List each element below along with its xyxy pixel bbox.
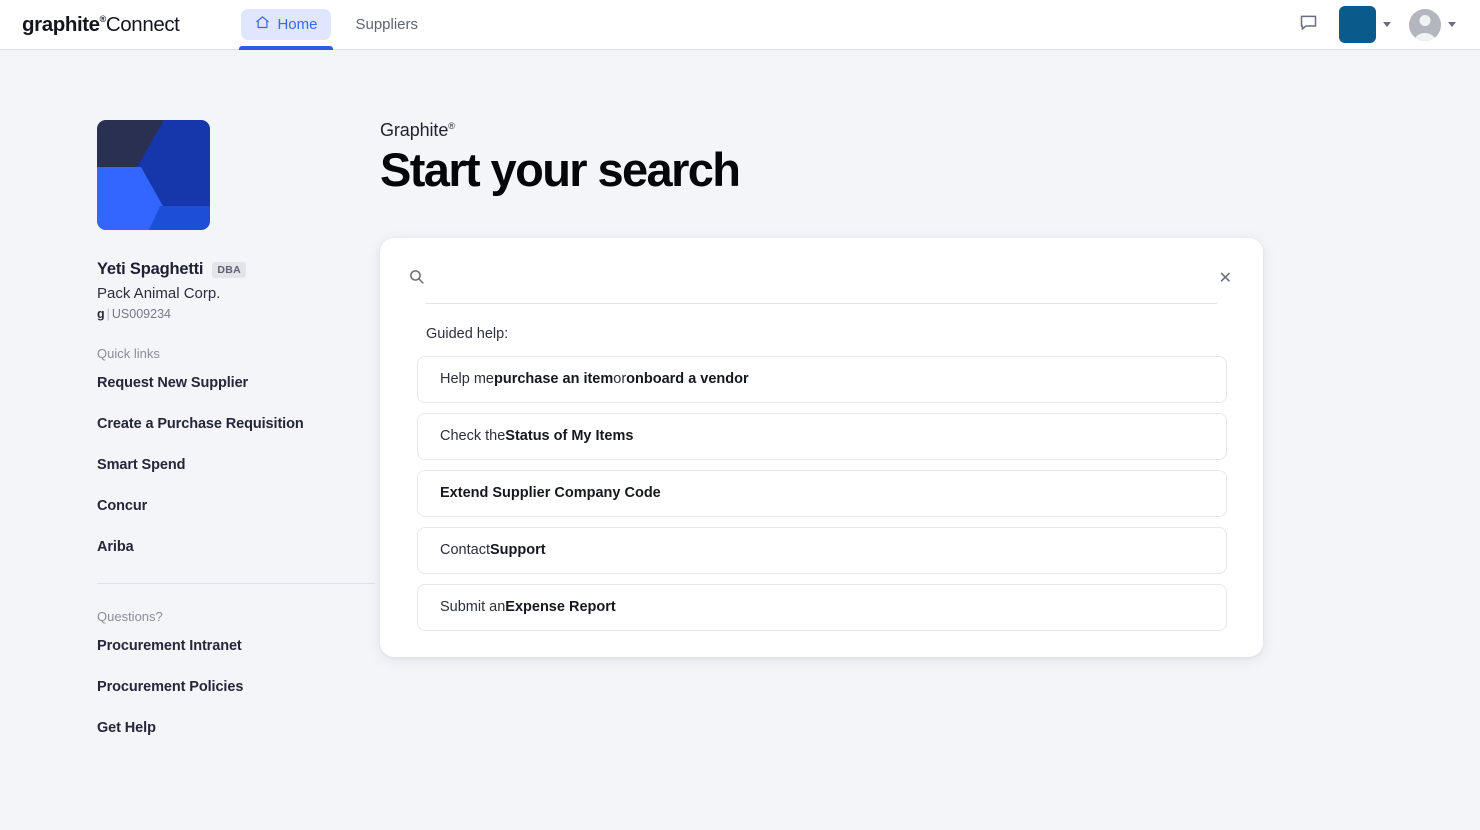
company-name: Yeti Spaghetti bbox=[97, 260, 203, 279]
sidebar-divider bbox=[97, 583, 375, 584]
brand-registered-mark: ® bbox=[100, 14, 106, 24]
quick-links-list: Request New Supplier Create a Purchase R… bbox=[97, 375, 380, 555]
brand-logo[interactable]: graphite®Connect bbox=[22, 13, 179, 37]
avatar bbox=[1409, 9, 1441, 41]
guided-help-options: Help me purchase an item or onboard a ve… bbox=[380, 342, 1263, 631]
nav-tab-home-label: Home bbox=[277, 16, 317, 33]
dba-badge: DBA bbox=[212, 262, 246, 278]
company-identifier: g|US009234 bbox=[97, 307, 380, 321]
guided-help-option-submit-expense-report[interactable]: Submit an Expense Report bbox=[417, 584, 1227, 631]
company-header: Yeti Spaghetti DBA bbox=[97, 260, 380, 279]
question-link-procurement-intranet[interactable]: Procurement Intranet bbox=[97, 638, 380, 654]
registered-mark: ® bbox=[448, 121, 455, 131]
guided-help-option-purchase-or-onboard[interactable]: Help me purchase an item or onboard a ve… bbox=[417, 356, 1227, 403]
nav-tab-suppliers-label: Suppliers bbox=[355, 16, 418, 33]
quick-link-create-purchase-requisition[interactable]: Create a Purchase Requisition bbox=[97, 416, 380, 432]
page-eyebrow: Graphite® bbox=[380, 120, 1420, 141]
search-row: ✕ bbox=[380, 260, 1263, 298]
brand-name-regular: Connect bbox=[106, 13, 180, 36]
main-content: Graphite® Start your search ✕ Guided hel… bbox=[380, 120, 1480, 736]
quick-links-label: Quick links bbox=[97, 346, 380, 361]
chevron-down-icon bbox=[1448, 22, 1456, 27]
clear-search-button[interactable]: ✕ bbox=[1215, 268, 1236, 290]
questions-links-list: Procurement Intranet Procurement Policie… bbox=[97, 638, 380, 736]
quick-link-request-new-supplier[interactable]: Request New Supplier bbox=[97, 375, 380, 391]
sidebar: Yeti Spaghetti DBA Pack Animal Corp. g|U… bbox=[0, 120, 380, 736]
brand-name-bold: graphite bbox=[22, 13, 100, 36]
company-id-separator: | bbox=[107, 307, 110, 321]
questions-label: Questions? bbox=[97, 609, 380, 624]
quick-link-concur[interactable]: Concur bbox=[97, 498, 380, 514]
page-title: Start your search bbox=[380, 145, 1420, 196]
page-body: Yeti Spaghetti DBA Pack Animal Corp. g|U… bbox=[0, 50, 1480, 736]
organization-logo bbox=[1339, 6, 1376, 43]
main-navigation: Home Suppliers bbox=[239, 0, 434, 49]
chat-button[interactable] bbox=[1295, 12, 1321, 38]
guided-help-option-status-of-my-items[interactable]: Check the Status of My Items bbox=[417, 413, 1227, 460]
question-link-procurement-policies[interactable]: Procurement Policies bbox=[97, 679, 380, 695]
nav-tab-suppliers[interactable]: Suppliers bbox=[339, 0, 434, 49]
chat-bubble-icon bbox=[1298, 12, 1319, 38]
guided-help-option-contact-support[interactable]: Contact Support bbox=[417, 527, 1227, 574]
question-link-get-help[interactable]: Get Help bbox=[97, 720, 380, 736]
guided-help-option-extend-supplier-company-code[interactable]: Extend Supplier Company Code bbox=[417, 470, 1227, 517]
chevron-down-icon bbox=[1383, 22, 1391, 27]
company-id-value: US009234 bbox=[112, 307, 171, 321]
company-legal-name: Pack Animal Corp. bbox=[97, 285, 380, 302]
guided-help-label: Guided help: bbox=[380, 304, 1263, 342]
search-icon bbox=[408, 268, 425, 290]
home-icon bbox=[255, 15, 270, 34]
search-input[interactable] bbox=[436, 270, 1215, 287]
nav-active-indicator bbox=[239, 46, 333, 50]
user-menu[interactable] bbox=[1409, 9, 1456, 41]
app-header: graphite®Connect Home Suppliers bbox=[0, 0, 1480, 50]
search-card: ✕ Guided help: Help me purchase an item … bbox=[380, 238, 1263, 657]
page-eyebrow-text: Graphite bbox=[380, 120, 448, 140]
company-id-prefix: g bbox=[97, 307, 105, 321]
nav-tab-home[interactable]: Home bbox=[239, 0, 333, 49]
company-logo bbox=[97, 120, 210, 230]
organization-switcher[interactable] bbox=[1339, 6, 1391, 43]
header-actions bbox=[1295, 6, 1456, 43]
quick-link-ariba[interactable]: Ariba bbox=[97, 539, 380, 555]
quick-link-smart-spend[interactable]: Smart Spend bbox=[97, 457, 380, 473]
